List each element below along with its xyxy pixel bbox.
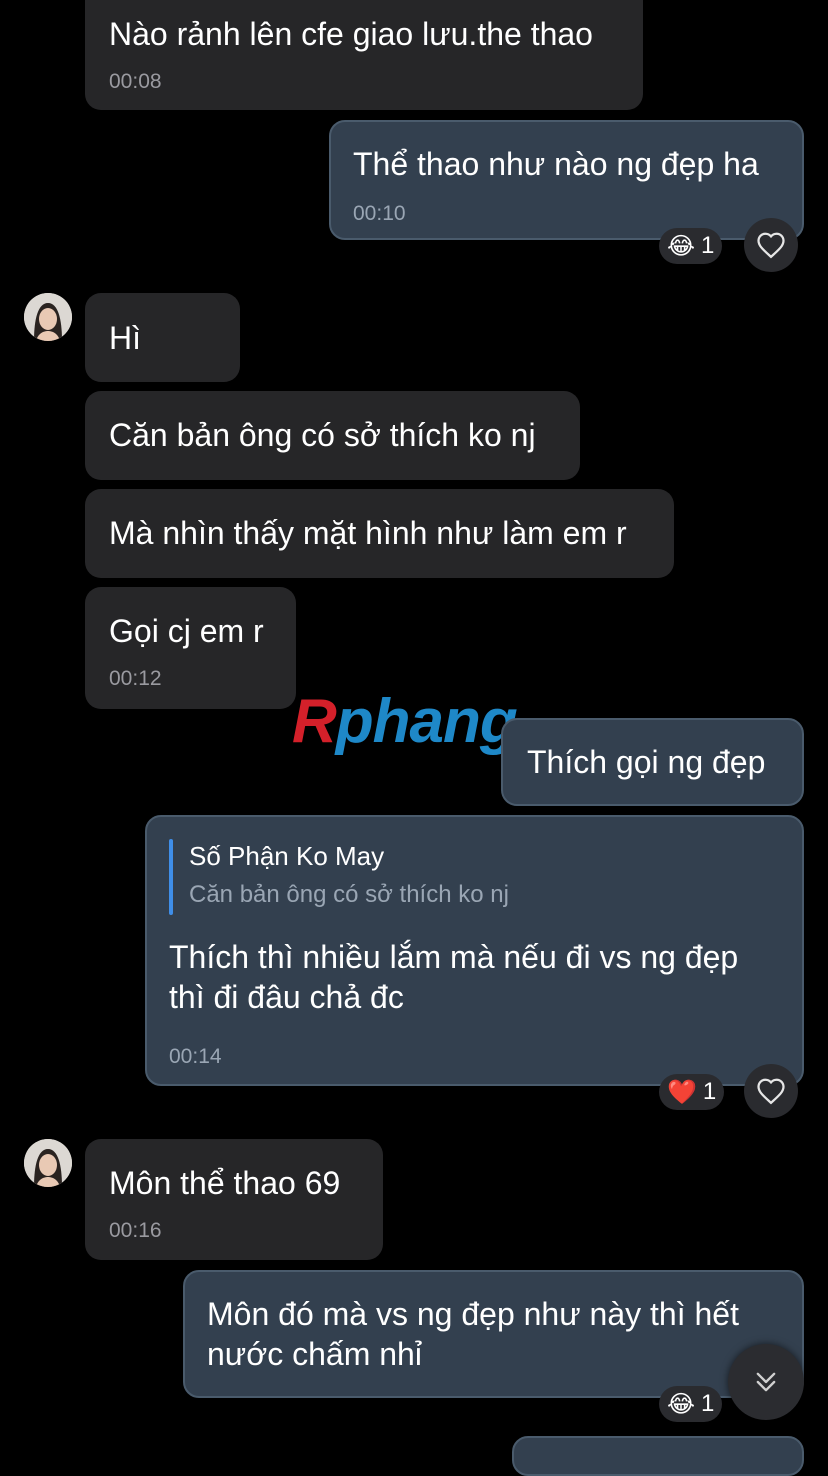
like-button[interactable] (744, 1064, 798, 1118)
laughing-emoji-icon: 😂 (667, 1390, 696, 1418)
message-time: 00:16 (109, 1219, 162, 1242)
message-text: Căn bản ông có sở thích ko nj (109, 417, 536, 453)
message-bubble-incoming[interactable]: Gọi cj em r 00:12 (85, 587, 296, 709)
reaction-badge[interactable]: ❤️ 1 (659, 1074, 725, 1110)
message-text-line2: thì đi đâu chả đc (169, 979, 404, 1015)
message-bubble-outgoing[interactable]: Thể thao như nào ng đẹp ha 00:10 (329, 120, 804, 240)
message-bubble-outgoing-reply[interactable]: Số Phận Ko May Căn bản ông có sở thích k… (145, 815, 804, 1086)
message-text: Môn thể thao 69 (109, 1165, 341, 1201)
avatar-icon (24, 293, 72, 341)
avatar-icon (24, 1139, 72, 1187)
reaction-count: 1 (702, 1078, 717, 1105)
message-bubble-outgoing[interactable]: Thích gọi ng đẹp (501, 718, 804, 806)
heart-outline-icon (757, 1078, 785, 1105)
message-bubble-outgoing-partial[interactable] (512, 1436, 804, 1476)
message-text: Gọi cj em r (109, 613, 264, 649)
message-text: Hì (109, 320, 141, 356)
like-button[interactable] (744, 218, 798, 272)
scroll-to-bottom-button[interactable] (728, 1344, 804, 1420)
double-chevron-down-icon (756, 1372, 776, 1392)
reply-author: Số Phận Ko May (189, 841, 385, 871)
message-time: 00:14 (169, 1045, 222, 1068)
message-text: Thể thao như nào ng đẹp ha (353, 146, 759, 182)
reply-quote: Căn bản ông có sở thích ko nj (189, 881, 509, 908)
laughing-emoji-icon: 😂 (667, 232, 696, 260)
reply-indicator (169, 839, 173, 915)
watermark-phang: phang (335, 687, 518, 756)
message-bubble-incoming[interactable]: Mà nhìn thấy mặt hình như làm em r (85, 489, 674, 578)
message-bubble-incoming[interactable]: Hì (85, 293, 240, 382)
reaction-count: 1 (701, 1390, 715, 1417)
message-bubble-outgoing[interactable]: Môn đó mà vs ng đẹp như này thì hết nước… (183, 1270, 804, 1398)
avatar[interactable] (24, 293, 72, 341)
message-text: Mà nhìn thấy mặt hình như làm em r (109, 515, 627, 551)
message-time: 00:08 (109, 70, 162, 93)
message-text-line2: nước chấm nhỉ (207, 1336, 422, 1372)
message-text-line1: Môn đó mà vs ng đẹp như này thì hết (207, 1296, 739, 1332)
reaction-badge[interactable]: 😂 1 (659, 1386, 723, 1422)
watermark-r: R (292, 687, 337, 756)
message-bubble-incoming[interactable]: Nào rảnh lên cfe giao lưu.the thao 00:08 (85, 0, 643, 110)
message-bubble-incoming[interactable]: Căn bản ông có sở thích ko nj (85, 391, 580, 480)
message-text-line1: Thích thì nhiều lắm mà nếu đi vs ng đẹp (169, 939, 739, 975)
heart-outline-icon (757, 232, 785, 259)
message-text: Nào rảnh lên cfe giao lưu.the thao (109, 16, 593, 52)
message-text: Thích gọi ng đẹp (527, 744, 766, 780)
reaction-badge[interactable]: 😂 1 (659, 228, 723, 264)
red-heart-emoji-icon: ❤️ (667, 1078, 697, 1106)
avatar[interactable] (24, 1139, 72, 1187)
message-time: 00:10 (353, 202, 406, 225)
message-bubble-incoming[interactable]: Môn thể thao 69 00:16 (85, 1139, 383, 1260)
reaction-count: 1 (701, 232, 715, 259)
message-time: 00:12 (109, 667, 162, 690)
watermark-logo: Rphang (292, 686, 518, 757)
